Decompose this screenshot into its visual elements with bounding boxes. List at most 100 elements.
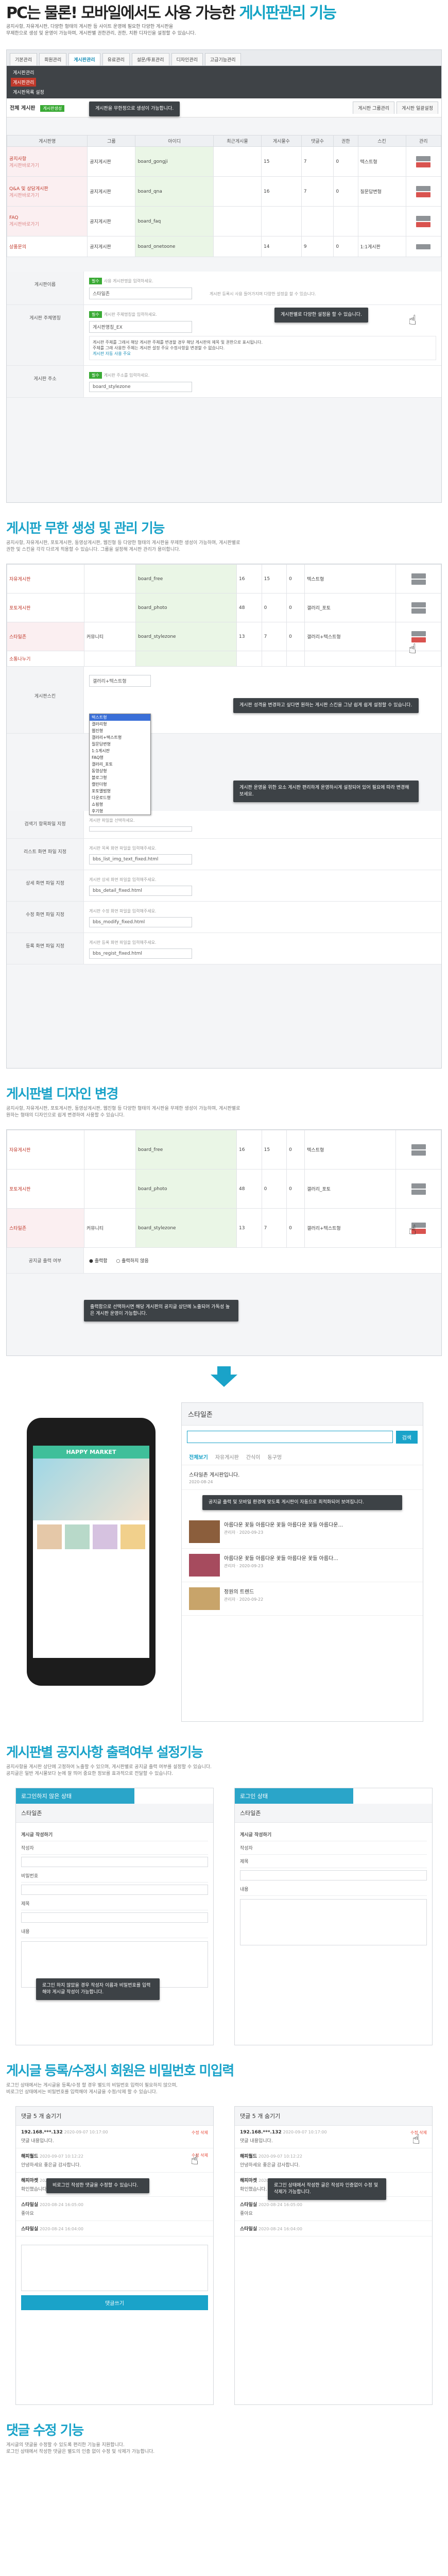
table-row[interactable]: 스타일존 커뮤니티 board_stylezone 13 7 0 갤러리+텍스트형 [7, 622, 441, 651]
table-row[interactable]: 자유게시판 board_free 16 15 0 텍스트형 [7, 564, 441, 594]
table-row[interactable]: 포토게시판 board_photo 48 0 0 갤러리_포토 [7, 593, 441, 622]
skin-select[interactable]: 갤러리+텍스트형 [89, 675, 151, 687]
comment-actions[interactable]: 수정 삭제 [192, 2130, 208, 2136]
skin-option[interactable]: 웹진형 [90, 727, 150, 734]
create-board-button[interactable]: 게시판생성 [40, 105, 65, 112]
skin-option[interactable]: 블로그형 [90, 774, 150, 781]
delete-button[interactable] [411, 579, 426, 585]
list-item[interactable]: 정원의 트렌드 관리자 · 2020-09-22 [182, 1582, 423, 1616]
board-address-field[interactable]: board_stylezone [89, 382, 192, 392]
tab-advanced[interactable]: 고급기능관리 [204, 53, 241, 65]
file-field[interactable]: bbs_modify_fixed.html [89, 917, 192, 927]
mobile-tab[interactable]: 동구멍 [267, 1453, 282, 1461]
table-row[interactable]: 스타일존 커뮤니티 board_stylezone 13 7 0 갤러리+텍스트형 [7, 1208, 441, 1248]
mobile-notice-post[interactable]: 스타일존 게시판입니다. 2020-08-24 [182, 1465, 423, 1490]
radio-off[interactable]: ○ 출력하지 않음 [116, 1259, 148, 1264]
table-row[interactable]: 포토게시판 board_photo 48 0 0 갤러리_포토 [7, 1169, 441, 1209]
mobile-search-input[interactable] [187, 1431, 393, 1443]
board-name[interactable]: 포토게시판 [7, 593, 84, 622]
edit-button[interactable] [411, 1144, 426, 1149]
board-batch-button[interactable]: 게시판 일괄설정 [397, 101, 438, 114]
skin-option[interactable]: 후기형 [90, 808, 150, 815]
board-group-button[interactable]: 게시판 그룹관리 [353, 101, 395, 114]
skin-option[interactable]: 텍스트형 [90, 714, 150, 721]
board-name[interactable]: 상품문의 [6, 236, 88, 257]
comment-textarea[interactable] [21, 2245, 208, 2291]
skin-option[interactable]: 동영상형 [90, 768, 150, 774]
tab-design[interactable]: 디자인관리 [171, 53, 203, 65]
board-subject-field[interactable]: 게시판명칭_EX [89, 321, 192, 333]
edit-button[interactable] [411, 1183, 426, 1189]
skin-option[interactable]: 질문답변형 [90, 741, 150, 748]
delete-button[interactable] [411, 1189, 426, 1195]
table-row[interactable]: 공지사항 게시판바로가기 공지게시판 board_gongji 15 7 0 텍스… [6, 146, 442, 177]
skin-option[interactable]: 갤러리+텍스트형 [90, 734, 150, 741]
skin-option[interactable]: 캘린더형 [90, 781, 150, 788]
edit-button[interactable] [411, 631, 426, 636]
table-row[interactable]: Q&A 및 상담게시판 게시판바로가기 공지게시판 board_qna 16 7 … [6, 176, 442, 207]
menu-board-list-settings[interactable]: 게시판목록 설정 [11, 88, 46, 96]
table-row[interactable]: 상품문의 공지게시판 board_onetoone 14 9 0 1:1게시판 [6, 236, 442, 257]
board-link[interactable]: 게시판바로가기 [9, 222, 39, 227]
delete-button[interactable] [411, 1150, 426, 1156]
list-item[interactable]: 아름다운 꽃들 아름다운 꽃들 아름다운 꽃들 아름다운... 관리자 · 202… [182, 1515, 423, 1549]
delete-button[interactable] [411, 608, 426, 614]
tab-basic[interactable]: 기본관리 [10, 53, 38, 65]
tab-paid[interactable]: 유료관리 [102, 53, 130, 65]
edit-button[interactable] [411, 602, 426, 607]
board-name[interactable]: Q&A 및 상담게시판 [9, 187, 48, 192]
content-textarea[interactable] [240, 1899, 427, 1945]
file-field[interactable]: bbs_detail_fixed.html [89, 886, 192, 896]
skin-option[interactable]: 1:1게시판 [90, 748, 150, 754]
board-name[interactable]: 공지사항 [9, 157, 26, 162]
file-field[interactable]: bbs_regist_fixed.html [89, 948, 192, 959]
tab-board[interactable]: 게시판관리 [68, 53, 100, 65]
file-field[interactable] [89, 826, 192, 832]
board-link[interactable]: 게시판바로가기 [9, 163, 39, 168]
board-name[interactable]: 스타일존 [7, 1208, 84, 1248]
notice-link[interactable]: 게시판 자동 사용 주요 [93, 351, 433, 357]
board-name[interactable]: 스타일존 [7, 622, 84, 651]
tab-poll[interactable]: 설문/투표관리 [131, 53, 169, 65]
skin-option[interactable]: 갤러리형 [90, 721, 150, 727]
file-field[interactable]: bbs_list_img_text_fixed.html [89, 854, 192, 865]
mobile-tab[interactable]: 전체보기 [189, 1453, 208, 1461]
comment-submit-button[interactable]: 댓글쓰기 [21, 2295, 208, 2310]
list-item[interactable]: 아름다운 꽃들 아름다운 꽃들 아름다운 꽃들 아름다... 관리자 · 2020… [182, 1549, 423, 1582]
edit-button[interactable] [411, 573, 426, 579]
table-row[interactable]: 자유게시판 board_free 16 15 0 텍스트형 [7, 1130, 441, 1170]
board-link[interactable]: 게시판바로가기 [9, 193, 39, 198]
edit-button[interactable] [416, 244, 431, 249]
skin-option[interactable]: 갤러리_포토 [90, 761, 150, 768]
board-name[interactable]: 포토게시판 [7, 1169, 84, 1209]
menu-board-manage[interactable]: 게시판관리 [11, 68, 36, 77]
mobile-tab[interactable]: 자유게시판 [215, 1453, 239, 1461]
menu-board-manage-selected[interactable]: 게시판관리 [11, 78, 37, 87]
password-input[interactable] [21, 1885, 208, 1895]
radio-on[interactable]: ● 출력함 [89, 1259, 108, 1264]
comment-count: 0 [261, 593, 287, 622]
author-input[interactable] [21, 1857, 208, 1867]
subject-input[interactable] [240, 1870, 427, 1880]
skin-option[interactable]: 포토앨범형 [90, 788, 150, 794]
tab-member[interactable]: 회원관리 [39, 53, 67, 65]
edit-button[interactable] [416, 185, 431, 191]
edit-button[interactable] [416, 156, 431, 161]
board-name[interactable]: 자유게시판 [7, 1130, 84, 1170]
subject-input[interactable] [21, 1912, 208, 1923]
table-row[interactable]: FAQ 게시판바로가기 공지게시판 board_faq [6, 206, 442, 236]
delete-button[interactable] [416, 222, 431, 227]
table-row[interactable]: 소통나누기 [7, 651, 441, 667]
edit-button[interactable] [416, 215, 431, 221]
delete-button[interactable] [416, 162, 431, 167]
skin-option[interactable]: 다운로드형 [90, 794, 150, 801]
mobile-search-button[interactable]: 검색 [395, 1431, 418, 1444]
board-name[interactable]: 소통나누기 [7, 651, 84, 667]
board-name-field[interactable]: 스타일존 [89, 287, 192, 299]
board-name[interactable]: FAQ [9, 215, 18, 221]
board-name[interactable]: 자유게시판 [7, 564, 84, 594]
skin-option[interactable]: 쇼핑형 [90, 801, 150, 808]
mobile-tab[interactable]: 간식이 [246, 1453, 261, 1461]
skin-option[interactable]: FAQ형 [90, 754, 150, 761]
delete-button[interactable] [416, 192, 431, 197]
